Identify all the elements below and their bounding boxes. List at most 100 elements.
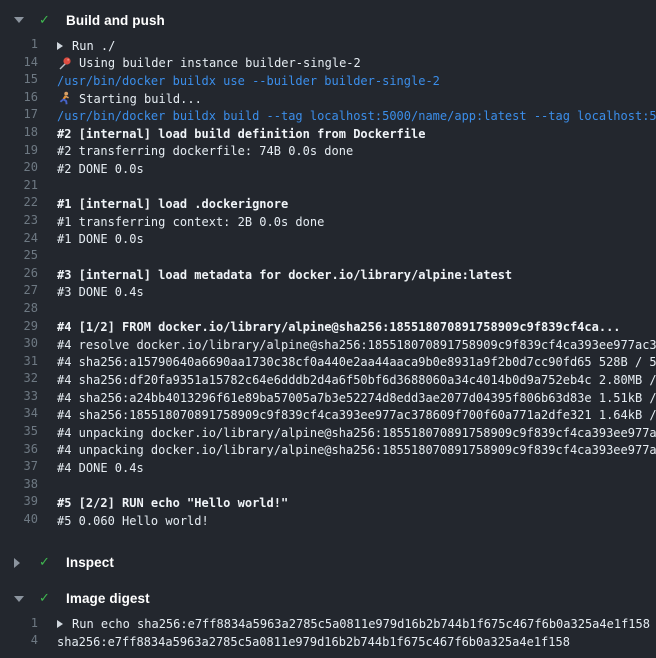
log-line: 33 #4 sha256:a24bb4013296f61e89ba57005a7b… [0,389,656,407]
log-line: 22 #1 [internal] load .dockerignore [0,195,656,213]
log-text: #4 sha256:185518070891758909c9f839cf4ca3… [57,406,656,424]
runner-icon [57,91,72,106]
log-text: #4 unpacking docker.io/library/alpine@sh… [57,426,656,440]
line-number-link[interactable]: 25 [0,248,38,266]
section-header-image-digest[interactable]: ✓ Image digest [0,589,656,609]
chevron-right-icon [14,558,26,568]
log-line: 32 #4 sha256:df20fa9351a15782c64e6dddb2d4… [0,371,656,389]
section-header-build-and-push[interactable]: ✓ Build and push [0,10,656,30]
chevron-down-icon [14,596,26,602]
line-number-link[interactable]: 24 [0,231,38,249]
log-line: 40 #5 0.060 Hello world! [0,512,656,530]
line-number-link[interactable]: 20 [0,160,38,178]
log-text: #1 [internal] load .dockerignore [57,197,288,211]
log-text: #4 sha256:a24bb4013296f61e89ba57005a7b3e… [57,391,656,405]
log-text: #3 [internal] load metadata for docker.i… [57,266,512,284]
log-text: #2 transferring dockerfile: 74B 0.0s don… [57,144,353,158]
log-block-build-and-push: 1 Run ./ 14 Using builder instance builder-… [0,30,656,540]
check-success-icon: ✓ [39,591,55,606]
log-text: #3 DONE 0.4s [57,285,144,299]
log-text: /usr/bin/docker buildx build --tag local… [57,107,656,125]
log-line: 28 [0,301,656,319]
log-line: 24 #1 DONE 0.0s [0,231,656,249]
line-number-link[interactable]: 38 [0,477,38,495]
log-line: 20#2 DONE 0.0s [0,160,656,178]
line-number-link[interactable]: 31 [0,354,38,372]
log-text: Starting build... [79,92,202,106]
log-line: 4 sha256:e7ff8834a5963a2785c5a0811e979d16… [0,633,656,651]
log-text: #5 0.060 Hello world! [57,514,209,528]
run-group-toggle[interactable]: Run echo sha256:e7ff8834a5963a2785c5a081… [57,616,650,634]
line-number-link[interactable]: 26 [0,266,38,284]
log-text: #4 [1/2] FROM docker.io/library/alpine@s… [57,319,621,337]
log-text: /usr/bin/docker buildx build --tag local… [57,109,656,123]
line-number-link[interactable]: 4 [0,633,38,651]
chevron-down-icon [14,17,26,23]
line-number-link[interactable]: 34 [0,406,38,424]
line-number-link[interactable]: 28 [0,301,38,319]
section-build-and-push: ✓ Build and push 1 Run ./ 14 Using builder … [0,10,656,540]
log-line: 39 #5 [2/2] RUN echo "Hello world!" [0,494,656,512]
log-text: #4 sha256:185518070891758909c9f839cf4ca3… [57,408,656,422]
log-line: 38 [0,477,656,495]
log-text: /usr/bin/docker buildx use --builder bui… [57,74,440,88]
log-text: #5 0.060 Hello world! [57,512,209,530]
log-line: 30 #4 resolve docker.io/library/alpine@sh… [0,336,656,354]
line-number-link[interactable]: 29 [0,319,38,337]
line-number-link[interactable]: 39 [0,494,38,512]
line-number-link[interactable]: 32 [0,371,38,389]
log-text: #4 sha256:df20fa9351a15782c64e6dddb2d4a6… [57,371,656,389]
line-number-link[interactable]: 19 [0,143,38,161]
log-text: #1 transferring context: 2B 0.0s done [57,213,324,231]
section-title: Inspect [66,555,114,570]
log-text: #1 transferring context: 2B 0.0s done [57,215,324,229]
line-number-link[interactable]: 22 [0,195,38,213]
line-number-link[interactable]: 33 [0,389,38,407]
line-number-link[interactable]: 15 [0,72,38,90]
run-group-toggle[interactable]: Run ./ [57,37,115,55]
log-text: #4 DONE 0.4s [57,459,144,477]
line-number-link[interactable]: 27 [0,283,38,301]
log-line: 14 Using builder instance builder-single-… [0,55,656,73]
line-number-link[interactable]: 16 [0,90,38,108]
line-number-link[interactable]: 40 [0,512,38,530]
log-text: #4 DONE 0.4s [57,461,144,475]
log-text: #4 resolve docker.io/library/alpine@sha2… [57,336,656,354]
log-text: #3 [internal] load metadata for docker.i… [57,268,512,282]
log-text: Starting build... [57,90,202,108]
log-text: #4 [1/2] FROM docker.io/library/alpine@s… [57,320,621,334]
log-text: #4 unpacking docker.io/library/alpine@sh… [57,442,656,460]
line-number-link[interactable]: 23 [0,213,38,231]
line-number-link[interactable]: 17 [0,107,38,125]
log-text: sha256:e7ff8834a5963a2785c5a0811e979d16b… [57,635,570,649]
line-number-link[interactable]: 14 [0,55,38,73]
log-line: 31 #4 sha256:a15790640a6690aa1730c38cf0a4… [0,354,656,372]
expand-group-icon [57,42,63,50]
log-text: Run ./ [72,39,115,53]
log-line: 36 #4 unpacking docker.io/library/alpine@… [0,442,656,460]
log-line: 17/usr/bin/docker buildx build --tag loc… [0,107,656,125]
log-text: #3 DONE 0.4s [57,283,144,301]
log-text: #1 DONE 0.0s [57,232,144,246]
line-number-link[interactable]: 21 [0,178,38,196]
pushpin-icon [57,56,72,71]
line-number-link[interactable]: 35 [0,424,38,442]
section-image-digest: ✓ Image digest 1 Run echo sha256:e7ff8834… [0,589,656,658]
log-text: #1 DONE 0.0s [57,231,144,249]
workflow-log-viewer: ✓ Build and push 1Run ./14Using builder … [0,0,656,658]
log-line: 15/usr/bin/docker buildx use --builder b… [0,72,656,90]
log-line: 23 #1 transferring context: 2B 0.0s done [0,213,656,231]
line-number-link[interactable]: 18 [0,125,38,143]
line-number-link[interactable]: 37 [0,459,38,477]
line-number-link[interactable]: 1 [0,616,38,634]
log-text: #2 transferring dockerfile: 74B 0.0s don… [57,143,353,161]
line-number-link[interactable]: 30 [0,336,38,354]
log-text: Using builder instance builder-single-2 [79,56,361,70]
line-number-link[interactable]: 1 [0,37,38,55]
section-title: Image digest [66,591,150,606]
line-number-link[interactable]: 36 [0,442,38,460]
log-line: 16 Starting build... [0,90,656,108]
log-text: #5 [2/2] RUN echo "Hello world!" [57,496,288,510]
section-header-inspect[interactable]: ✓ Inspect [0,553,656,573]
log-text: #4 sha256:a15790640a6690aa1730c38cf0a440… [57,355,656,369]
